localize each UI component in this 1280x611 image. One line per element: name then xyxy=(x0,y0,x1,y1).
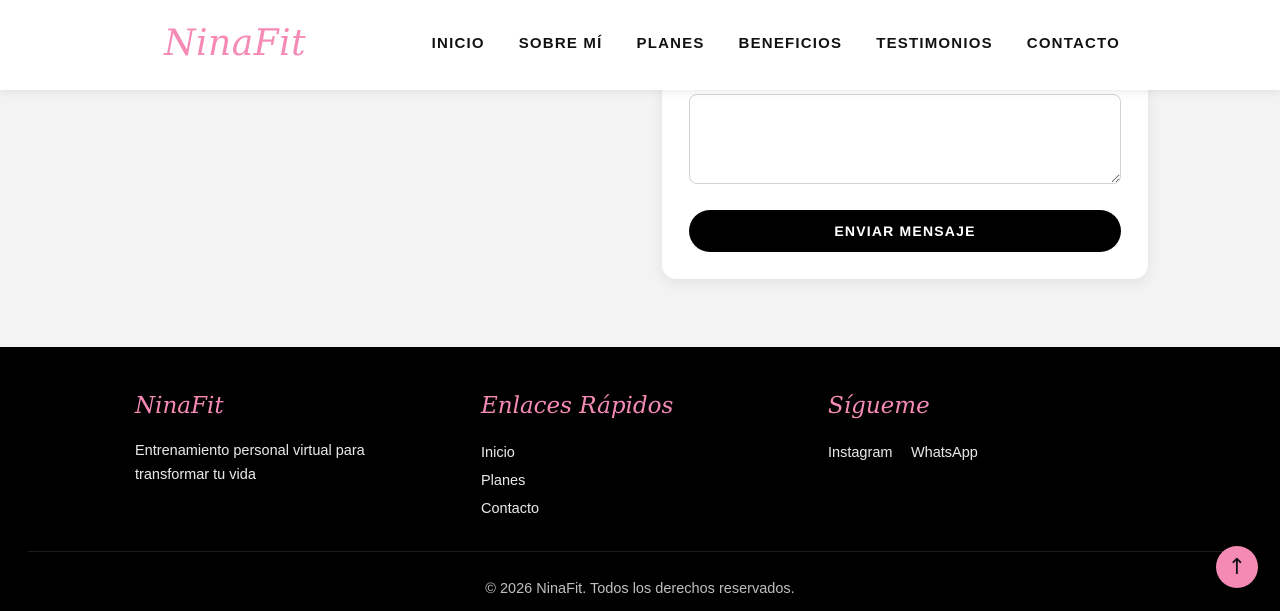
footer-brand-description: Entrenamiento personal virtual para tran… xyxy=(135,443,365,483)
main-nav: INICIO SOBRE MÍ PLANES BENEFICIOS TESTIM… xyxy=(432,34,1120,54)
contact-form-card: ENVIAR MENSAJE xyxy=(662,70,1148,279)
site-footer: NinaFit Entrenamiento personal virtual p… xyxy=(0,347,1280,611)
nav-testimonios[interactable]: TESTIMONIOS xyxy=(876,34,993,54)
footer-link-inicio[interactable]: Inicio xyxy=(481,439,781,467)
message-textarea[interactable] xyxy=(689,94,1121,184)
site-logo[interactable]: NinaFit xyxy=(164,22,306,66)
footer-social-title: Sígueme xyxy=(828,393,930,419)
footer-brand-title: NinaFit xyxy=(135,393,224,419)
nav-inicio[interactable]: INICIO xyxy=(432,34,485,54)
footer-brand-column: NinaFit Entrenamiento personal virtual p… xyxy=(135,391,435,487)
nav-contacto[interactable]: CONTACTO xyxy=(1027,34,1120,54)
footer-quick-links-column: Enlaces Rápidos Inicio Planes Contacto xyxy=(481,391,781,523)
send-message-button[interactable]: ENVIAR MENSAJE xyxy=(689,210,1121,252)
contact-section: ENVIAR MENSAJE xyxy=(0,70,1280,347)
back-to-top-button[interactable]: ↑ xyxy=(1216,546,1258,588)
footer-copyright: © 2026 NinaFit. Todos los derechos reser… xyxy=(485,581,795,597)
footer-divider xyxy=(28,551,1252,552)
site-header: NinaFit INICIO SOBRE MÍ PLANES BENEFICIO… xyxy=(0,0,1280,90)
footer-link-contacto[interactable]: Contacto xyxy=(481,495,781,523)
footer-quick-links-title: Enlaces Rápidos xyxy=(481,393,674,419)
footer-link-whatsapp[interactable]: WhatsApp xyxy=(911,439,978,467)
nav-sobre-mi[interactable]: SOBRE MÍ xyxy=(519,34,603,54)
nav-beneficios[interactable]: BENEFICIOS xyxy=(739,34,843,54)
footer-social-column: Sígueme Instagram WhatsApp xyxy=(828,391,1128,467)
nav-planes[interactable]: PLANES xyxy=(637,34,705,54)
footer-link-planes[interactable]: Planes xyxy=(481,467,781,495)
footer-link-instagram[interactable]: Instagram xyxy=(828,439,892,467)
arrow-up-icon: ↑ xyxy=(1227,554,1247,580)
